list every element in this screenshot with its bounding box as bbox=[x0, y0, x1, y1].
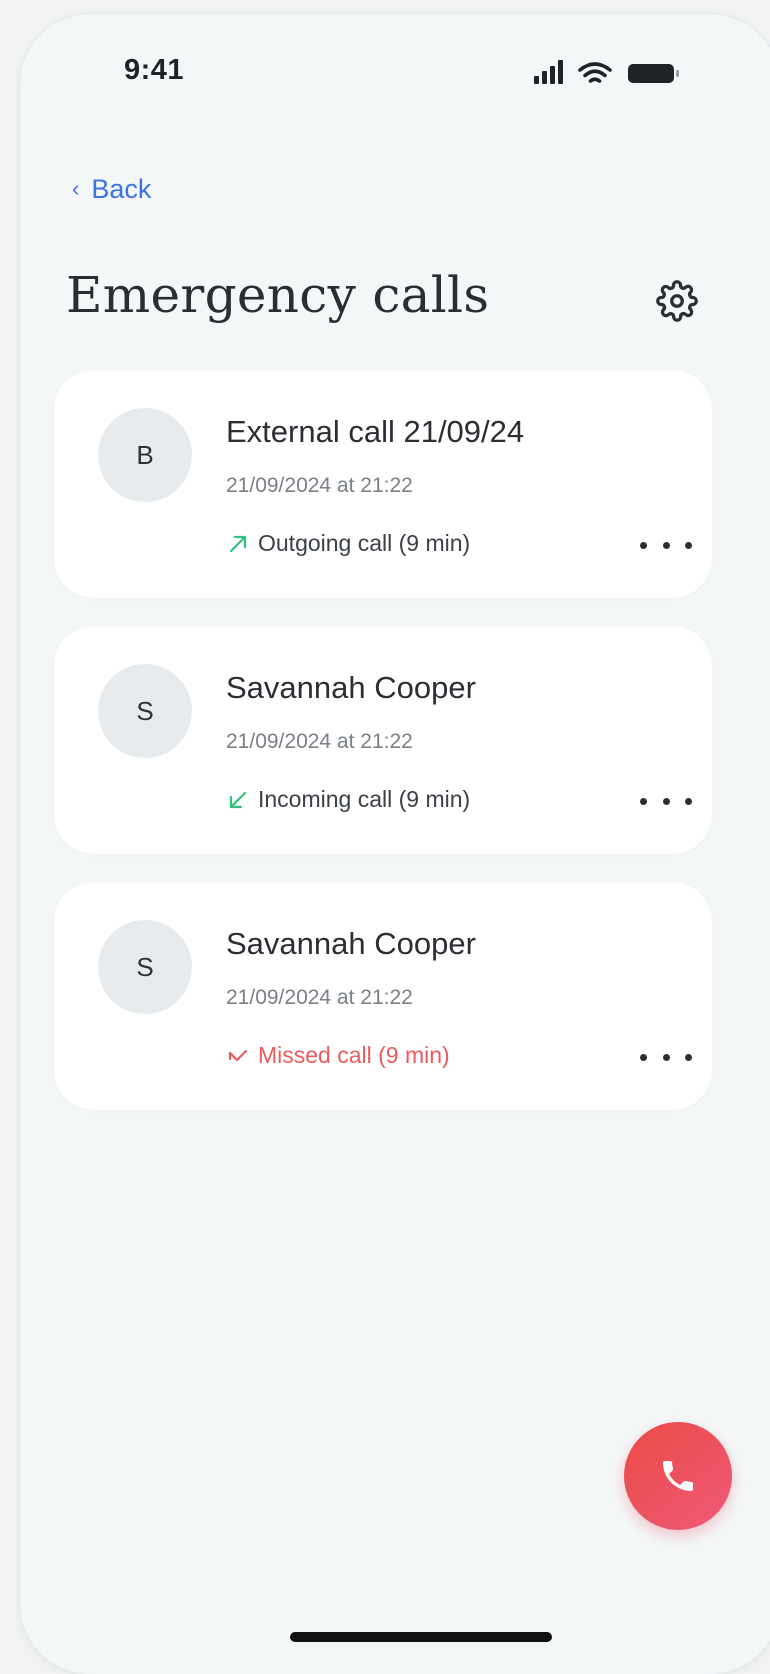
more-dot bbox=[662, 541, 670, 549]
call-status-label: Outgoing call (9 min) bbox=[258, 530, 471, 556]
more-dot bbox=[685, 1053, 692, 1061]
call-status-label: Missed call (9 min) bbox=[258, 1042, 450, 1068]
more-dot bbox=[640, 797, 647, 805]
call-card[interactable]: S Savannah Cooper 21/09/2024 at 21:22 Mi… bbox=[54, 882, 712, 1110]
page-title: Emergency calls bbox=[66, 266, 490, 324]
more-dot bbox=[640, 541, 647, 549]
status-icons bbox=[534, 60, 679, 84]
home-indicator[interactable] bbox=[290, 1632, 552, 1642]
back-label: Back bbox=[91, 174, 152, 204]
wifi-icon bbox=[578, 62, 612, 83]
call-name: Savannah Cooper bbox=[226, 670, 476, 705]
back-button[interactable]: ‹ Back bbox=[72, 174, 151, 205]
call-status: Incoming call (9 min) bbox=[226, 786, 470, 813]
more-dot bbox=[662, 797, 670, 805]
call-name: External call 21/09/24 bbox=[226, 414, 525, 449]
call-date: 21/09/2024 at 21:22 bbox=[226, 986, 413, 1009]
more-options-button[interactable] bbox=[640, 1044, 692, 1070]
more-dot bbox=[662, 1053, 670, 1061]
more-options-button[interactable] bbox=[640, 532, 692, 558]
phone-screen: 9:41 ‹ Back Emergency calls B External c… bbox=[20, 14, 770, 1674]
arrow-up-right-icon bbox=[229, 535, 247, 552]
more-options-button[interactable] bbox=[640, 788, 692, 814]
call-status: Outgoing call (9 min) bbox=[226, 530, 470, 557]
more-dot bbox=[685, 541, 692, 549]
avatar: B bbox=[98, 408, 192, 502]
more-dot bbox=[685, 797, 692, 805]
more-dot bbox=[640, 1053, 647, 1061]
call-date: 21/09/2024 at 21:22 bbox=[226, 474, 413, 497]
chevron-left-icon: ‹ bbox=[72, 175, 80, 201]
missed-call-arrow-icon bbox=[228, 1049, 248, 1061]
status-time: 9:41 bbox=[124, 54, 185, 86]
call-date: 21/09/2024 at 21:22 bbox=[226, 730, 413, 753]
gear-icon[interactable] bbox=[656, 280, 698, 322]
avatar: S bbox=[98, 920, 192, 1014]
call-card[interactable]: S Savannah Cooper 21/09/2024 at 21:22 In… bbox=[54, 626, 712, 854]
emergency-call-button[interactable] bbox=[624, 1422, 732, 1530]
avatar: S bbox=[98, 664, 192, 758]
cellular-signal-icon bbox=[534, 60, 563, 84]
call-status: Missed call (9 min) bbox=[226, 1042, 450, 1069]
battery-icon bbox=[628, 64, 679, 83]
call-status-label: Incoming call (9 min) bbox=[258, 786, 471, 812]
call-card[interactable]: B External call 21/09/24 21/09/2024 at 2… bbox=[54, 370, 712, 598]
phone-icon bbox=[663, 1461, 693, 1491]
status-bar: 9:41 bbox=[20, 14, 720, 124]
call-name: Savannah Cooper bbox=[226, 926, 476, 961]
arrow-down-left-icon bbox=[229, 791, 247, 808]
